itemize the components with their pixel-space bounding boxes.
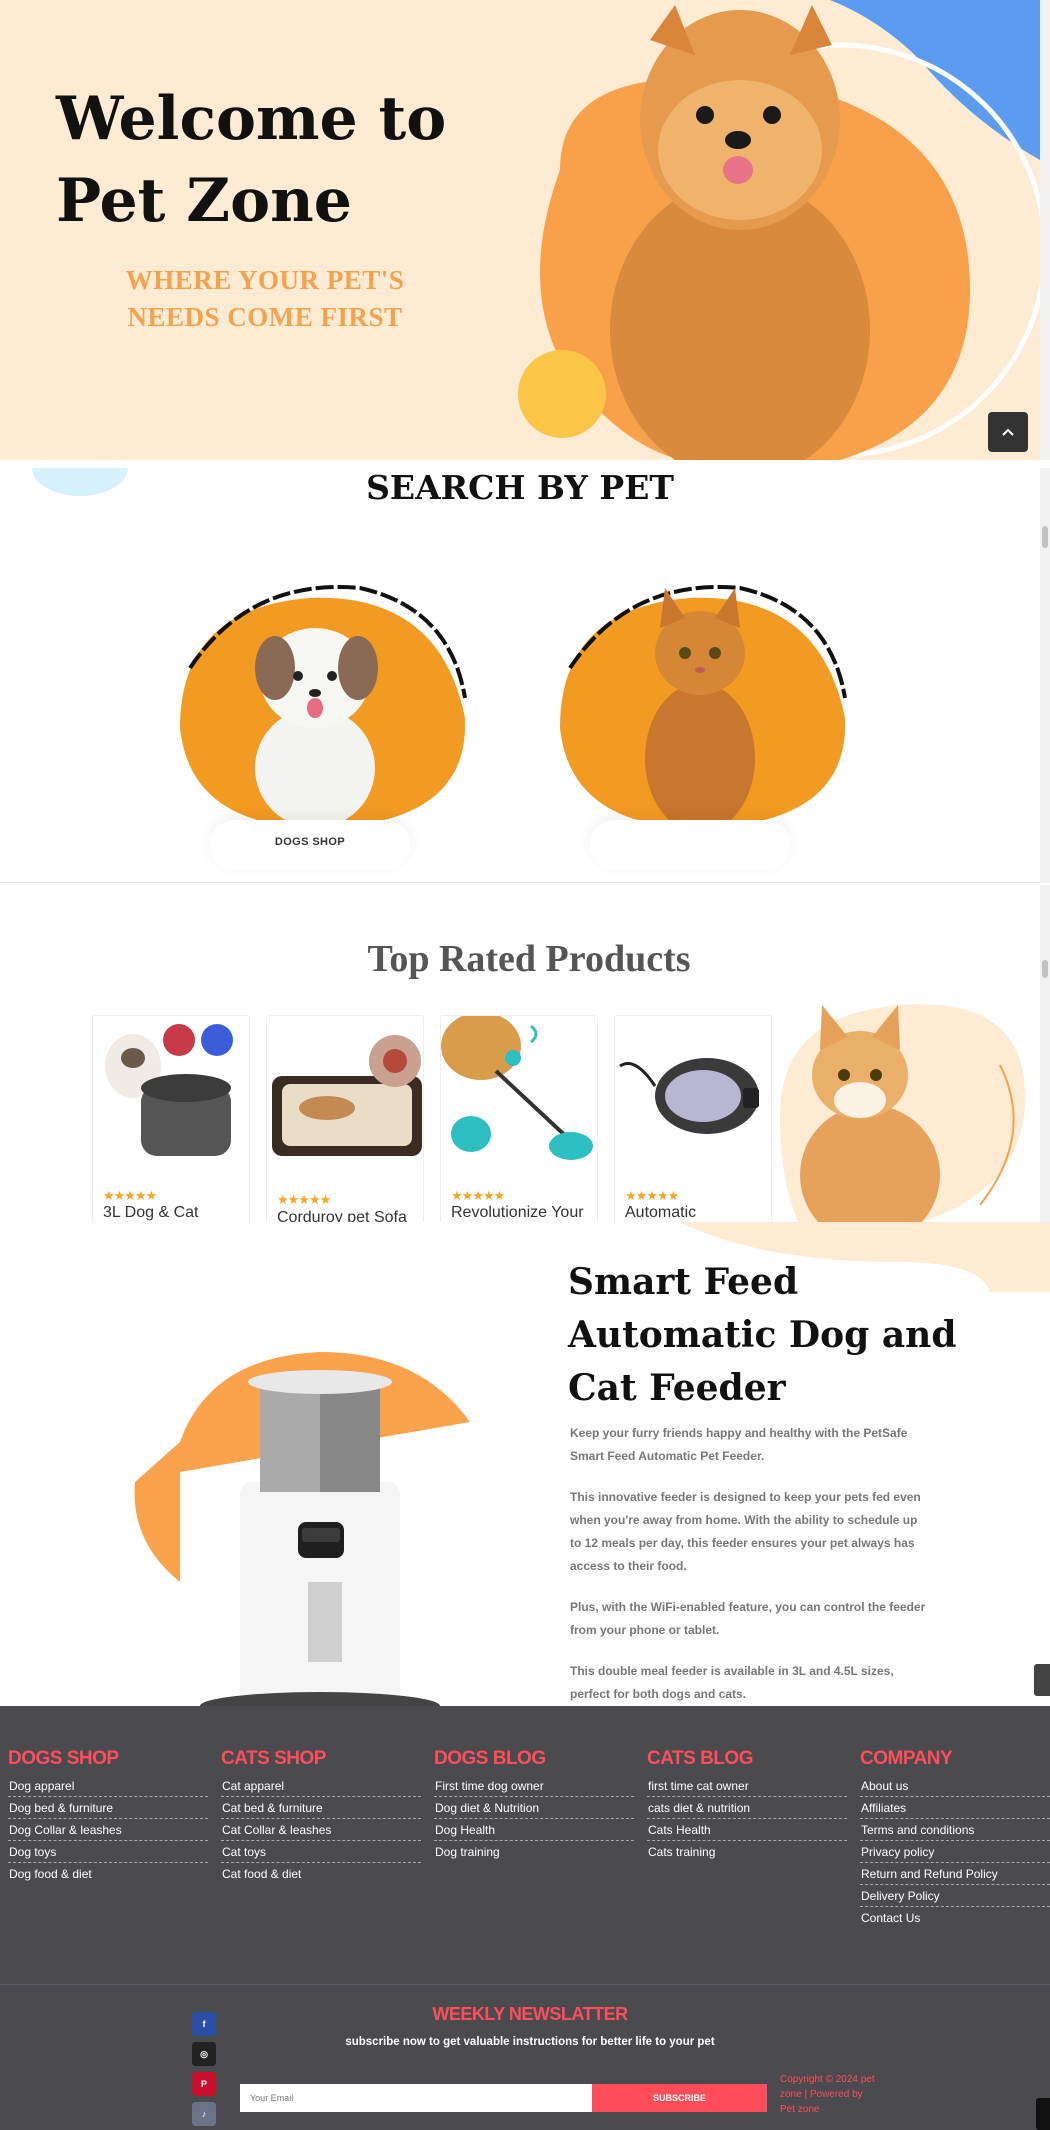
footer-link[interactable]: First time dog owner bbox=[434, 1776, 634, 1797]
feeder-product-image bbox=[134, 1352, 470, 1706]
product-rating-stars: ★★★★★ bbox=[451, 1188, 505, 1203]
dog-image bbox=[180, 585, 467, 828]
footer-col-title: COMPANY bbox=[860, 1748, 953, 1769]
product-name[interactable]: Automatic bbox=[625, 1204, 696, 1222]
feeder-paragraph: Keep your furry friends happy and health… bbox=[570, 1426, 908, 1463]
footer-link[interactable]: Cats training bbox=[647, 1842, 847, 1862]
footer-col-title: DOGS BLOG bbox=[434, 1748, 546, 1769]
product-name[interactable]: Revolutionize Your bbox=[451, 1204, 584, 1222]
top-rated-section: Top Rated Products ★★★★★ 3L Dog & Cat ★★… bbox=[0, 885, 1040, 1222]
footer-link[interactable]: Dog Health bbox=[434, 1820, 634, 1841]
footer-link[interactable]: Privacy policy bbox=[860, 1842, 1050, 1863]
product-image-sofa bbox=[272, 1035, 422, 1156]
product-card[interactable]: ★★★★★ Automatic bbox=[614, 1015, 772, 1222]
tiktok-icon[interactable]: ♪ bbox=[192, 2102, 216, 2126]
product-card[interactable]: ★★★★★ Corduroy pet Sofa bbox=[266, 1015, 424, 1222]
footer-link[interactable]: Dog bed & furniture bbox=[8, 1798, 208, 1819]
hero-scrollbar[interactable] bbox=[1040, 0, 1050, 460]
product-image-toy bbox=[441, 1016, 593, 1160]
search-title: SEARCH BY PET bbox=[366, 468, 674, 507]
product-card[interactable]: ★★★★★ 3L Dog & Cat bbox=[92, 1015, 250, 1222]
search-scrollbar[interactable] bbox=[1040, 468, 1050, 883]
product-rating-stars: ★★★★★ bbox=[277, 1192, 331, 1207]
footer-link[interactable]: Affiliates bbox=[860, 1798, 1050, 1819]
top-rated-title: Top Rated Products bbox=[367, 938, 691, 980]
footer-link[interactable]: Dog Collar & leashes bbox=[8, 1820, 208, 1841]
search-by-pet-section: SEARCH BY PET DOGS SHOP bbox=[0, 468, 1040, 883]
scroll-to-top-button[interactable] bbox=[988, 412, 1028, 452]
newsletter-title: WEEKLY NEWSLATTER bbox=[432, 2004, 628, 2024]
newsletter-email-input[interactable] bbox=[240, 2084, 592, 2112]
footer-link[interactable]: Cat toys bbox=[221, 1842, 421, 1863]
feeder-section: Smart Feed Automatic Dog and Cat Feeder … bbox=[0, 1222, 1050, 1706]
footer-col-cats-blog: CATS BLOG first time cat owner cats diet… bbox=[647, 1748, 847, 1863]
footer-link[interactable]: Dog diet & Nutrition bbox=[434, 1798, 634, 1819]
page: Welcome to Pet Zone WHERE YOUR PET'S NEE… bbox=[0, 0, 1050, 2130]
footer-col-title: CATS BLOG bbox=[647, 1748, 753, 1769]
product-image-fountain bbox=[105, 1024, 233, 1156]
footer-link[interactable]: Dog training bbox=[434, 1842, 634, 1862]
footer-col-dogs-blog: DOGS BLOG First time dog owner Dog diet … bbox=[434, 1748, 634, 1863]
facebook-icon[interactable]: f bbox=[192, 2012, 216, 2036]
product-name[interactable]: 3L Dog & Cat bbox=[103, 1204, 198, 1222]
feeder-paragraph: This double meal feeder is available in … bbox=[570, 1664, 894, 1701]
feeder-title: Smart Feed Automatic Dog and Cat Feeder bbox=[568, 1261, 957, 1409]
feeder-paragraph: Plus, with the WiFi-enabled feature, you… bbox=[570, 1600, 926, 1637]
dogs-shop-label[interactable]: DOGS SHOP bbox=[210, 820, 410, 870]
corner-scroll-button[interactable] bbox=[1036, 2098, 1050, 2130]
footer-link[interactable]: Terms and conditions bbox=[860, 1820, 1050, 1841]
pinterest-icon[interactable]: P bbox=[192, 2072, 216, 2096]
footer-link[interactable]: Delivery Policy bbox=[860, 1886, 1050, 1907]
feeder-paragraph: This innovative feeder is designed to ke… bbox=[570, 1490, 921, 1573]
footer-link[interactable]: Dog toys bbox=[8, 1842, 208, 1863]
footer-link[interactable]: cats diet & nutrition bbox=[647, 1798, 847, 1819]
footer-col-company: COMPANY About us Affiliates Terms and co… bbox=[860, 1748, 1050, 1929]
footer-col-title: CATS SHOP bbox=[221, 1748, 326, 1769]
pet-card-dogs[interactable]: DOGS SHOP bbox=[160, 568, 480, 882]
footer-link[interactable]: Return and Refund Policy bbox=[860, 1864, 1050, 1885]
footer-link[interactable]: Cat apparel bbox=[221, 1776, 421, 1797]
side-scroll-button[interactable] bbox=[1034, 1664, 1050, 1696]
product-rating-stars: ★★★★★ bbox=[103, 1188, 157, 1203]
cat-image bbox=[560, 585, 847, 833]
product-rating-stars: ★★★★★ bbox=[625, 1188, 679, 1203]
pet-card-cats[interactable] bbox=[540, 568, 860, 882]
product-image-leash bbox=[619, 1058, 759, 1134]
newsletter-subtitle: subscribe now to get valuable instructio… bbox=[345, 2036, 715, 2048]
footer-link[interactable]: Contact Us bbox=[860, 1908, 1050, 1928]
footer-link[interactable]: Dog apparel bbox=[8, 1776, 208, 1797]
product-name[interactable]: Corduroy pet Sofa bbox=[277, 1209, 407, 1222]
footer-link[interactable]: Cat bed & furniture bbox=[221, 1798, 421, 1819]
hero-dog-illustration bbox=[518, 0, 1040, 460]
copyright-text: Copyright © 2024 pet zone | Powered by P… bbox=[780, 2074, 875, 2115]
footer-divider bbox=[0, 1984, 1050, 1985]
hero-title: Welcome to Pet Zone bbox=[56, 84, 447, 236]
cats-shop-label[interactable] bbox=[590, 820, 790, 870]
hero-banner: Welcome to Pet Zone WHERE YOUR PET'S NEE… bbox=[0, 0, 1040, 460]
instagram-icon[interactable]: ◎ bbox=[192, 2042, 216, 2066]
hero-subtitle: WHERE YOUR PET'S NEEDS COME FIRST bbox=[125, 265, 405, 332]
footer-col-dogs-shop: DOGS SHOP Dog apparel Dog bed & furnitur… bbox=[8, 1748, 208, 1885]
products-scrollbar[interactable] bbox=[1040, 885, 1050, 1222]
footer-link[interactable]: Dog food & diet bbox=[8, 1864, 208, 1884]
footer-link[interactable]: first time cat owner bbox=[647, 1776, 847, 1797]
footer-link[interactable]: Cats Health bbox=[647, 1820, 847, 1841]
footer-link[interactable]: Cat food & diet bbox=[221, 1864, 421, 1884]
footer-link[interactable]: About us bbox=[860, 1776, 1050, 1797]
product-card[interactable]: ★★★★★ Revolutionize Your bbox=[440, 1015, 598, 1222]
footer-col-title: DOGS SHOP bbox=[8, 1748, 119, 1769]
subscribe-button[interactable]: SUBSCRIBE bbox=[592, 2084, 767, 2112]
footer-col-cats-shop: CATS SHOP Cat apparel Cat bed & furnitur… bbox=[221, 1748, 421, 1885]
cat-decor-image bbox=[780, 1004, 1026, 1222]
chevron-up-icon bbox=[1002, 428, 1014, 436]
footer: DOGS SHOP Dog apparel Dog bed & furnitur… bbox=[0, 1706, 1050, 2130]
footer-link[interactable]: Cat Collar & leashes bbox=[221, 1820, 421, 1841]
